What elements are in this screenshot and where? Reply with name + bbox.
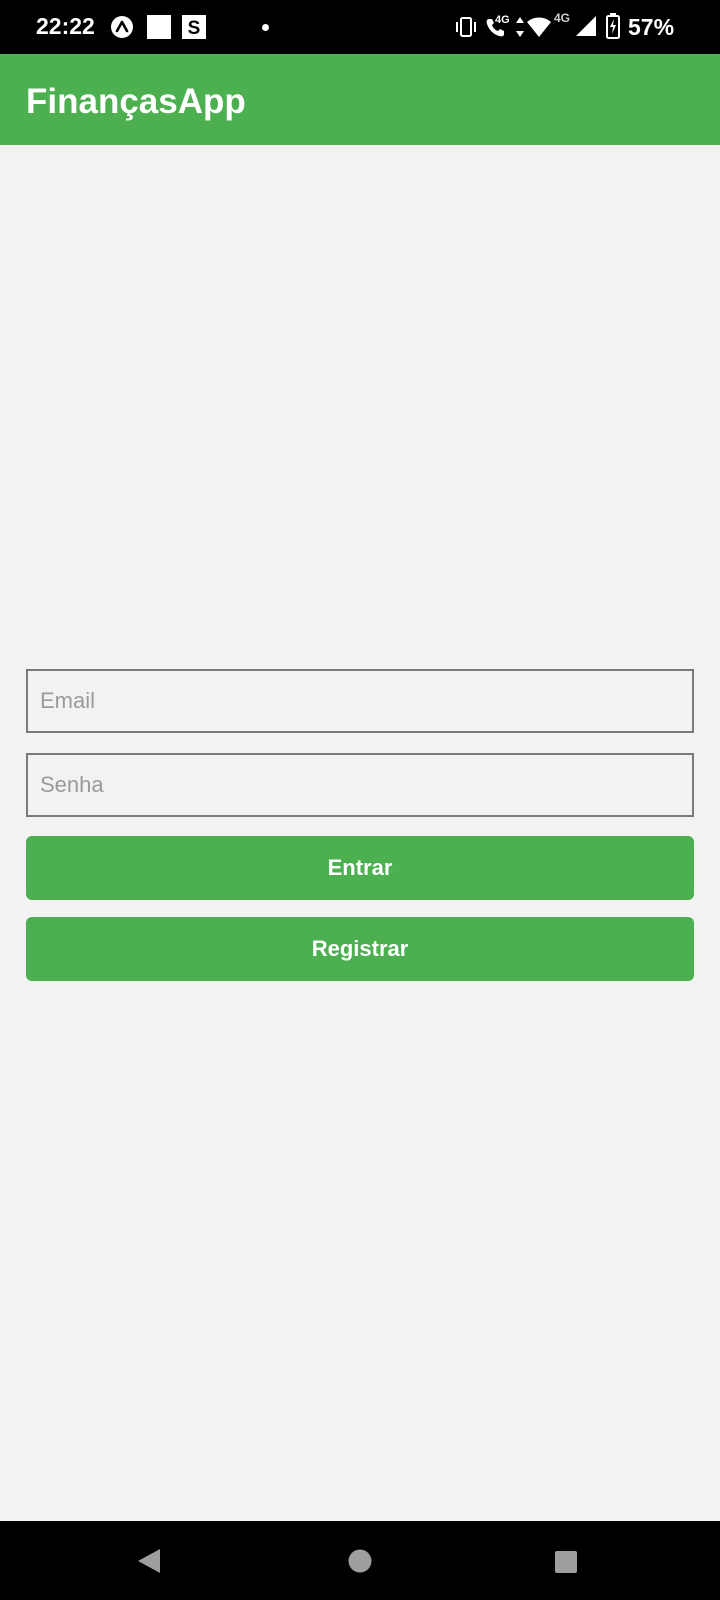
home-icon[interactable] bbox=[348, 1549, 372, 1573]
vibrate-icon bbox=[456, 17, 476, 37]
app-title: FinançasApp bbox=[26, 82, 246, 121]
status-time: 22:22 bbox=[36, 13, 95, 39]
s-app-icon: S bbox=[182, 15, 206, 39]
register-button-label: Registrar bbox=[311, 936, 409, 961]
login-screen: Entrar Registrar bbox=[0, 145, 720, 1521]
signal-icon bbox=[576, 16, 596, 36]
login-button-label: Entrar bbox=[327, 855, 393, 880]
navigation-bar bbox=[0, 1521, 720, 1600]
svg-text:S: S bbox=[188, 18, 201, 39]
app-bar: FinançasApp bbox=[0, 54, 720, 145]
status-bar: 22:22 S 4G 4G 57% bbox=[0, 0, 720, 54]
app-a-icon bbox=[111, 16, 133, 38]
register-button[interactable]: Registrar bbox=[26, 917, 694, 981]
battery-percent: 57% bbox=[628, 14, 675, 40]
login-button[interactable]: Entrar bbox=[26, 836, 694, 900]
password-input[interactable] bbox=[26, 753, 694, 817]
notification-dot-icon bbox=[262, 24, 269, 31]
wifi-icon bbox=[527, 17, 551, 37]
battery-charging-icon bbox=[606, 13, 620, 39]
network-label-1: 4G bbox=[495, 14, 510, 26]
recents-icon[interactable] bbox=[554, 1550, 578, 1574]
white-square-icon bbox=[147, 15, 171, 39]
network-label-2: 4G bbox=[554, 11, 571, 25]
email-input[interactable] bbox=[26, 669, 694, 733]
back-icon[interactable] bbox=[136, 1547, 162, 1575]
data-arrows-icon bbox=[516, 17, 524, 37]
